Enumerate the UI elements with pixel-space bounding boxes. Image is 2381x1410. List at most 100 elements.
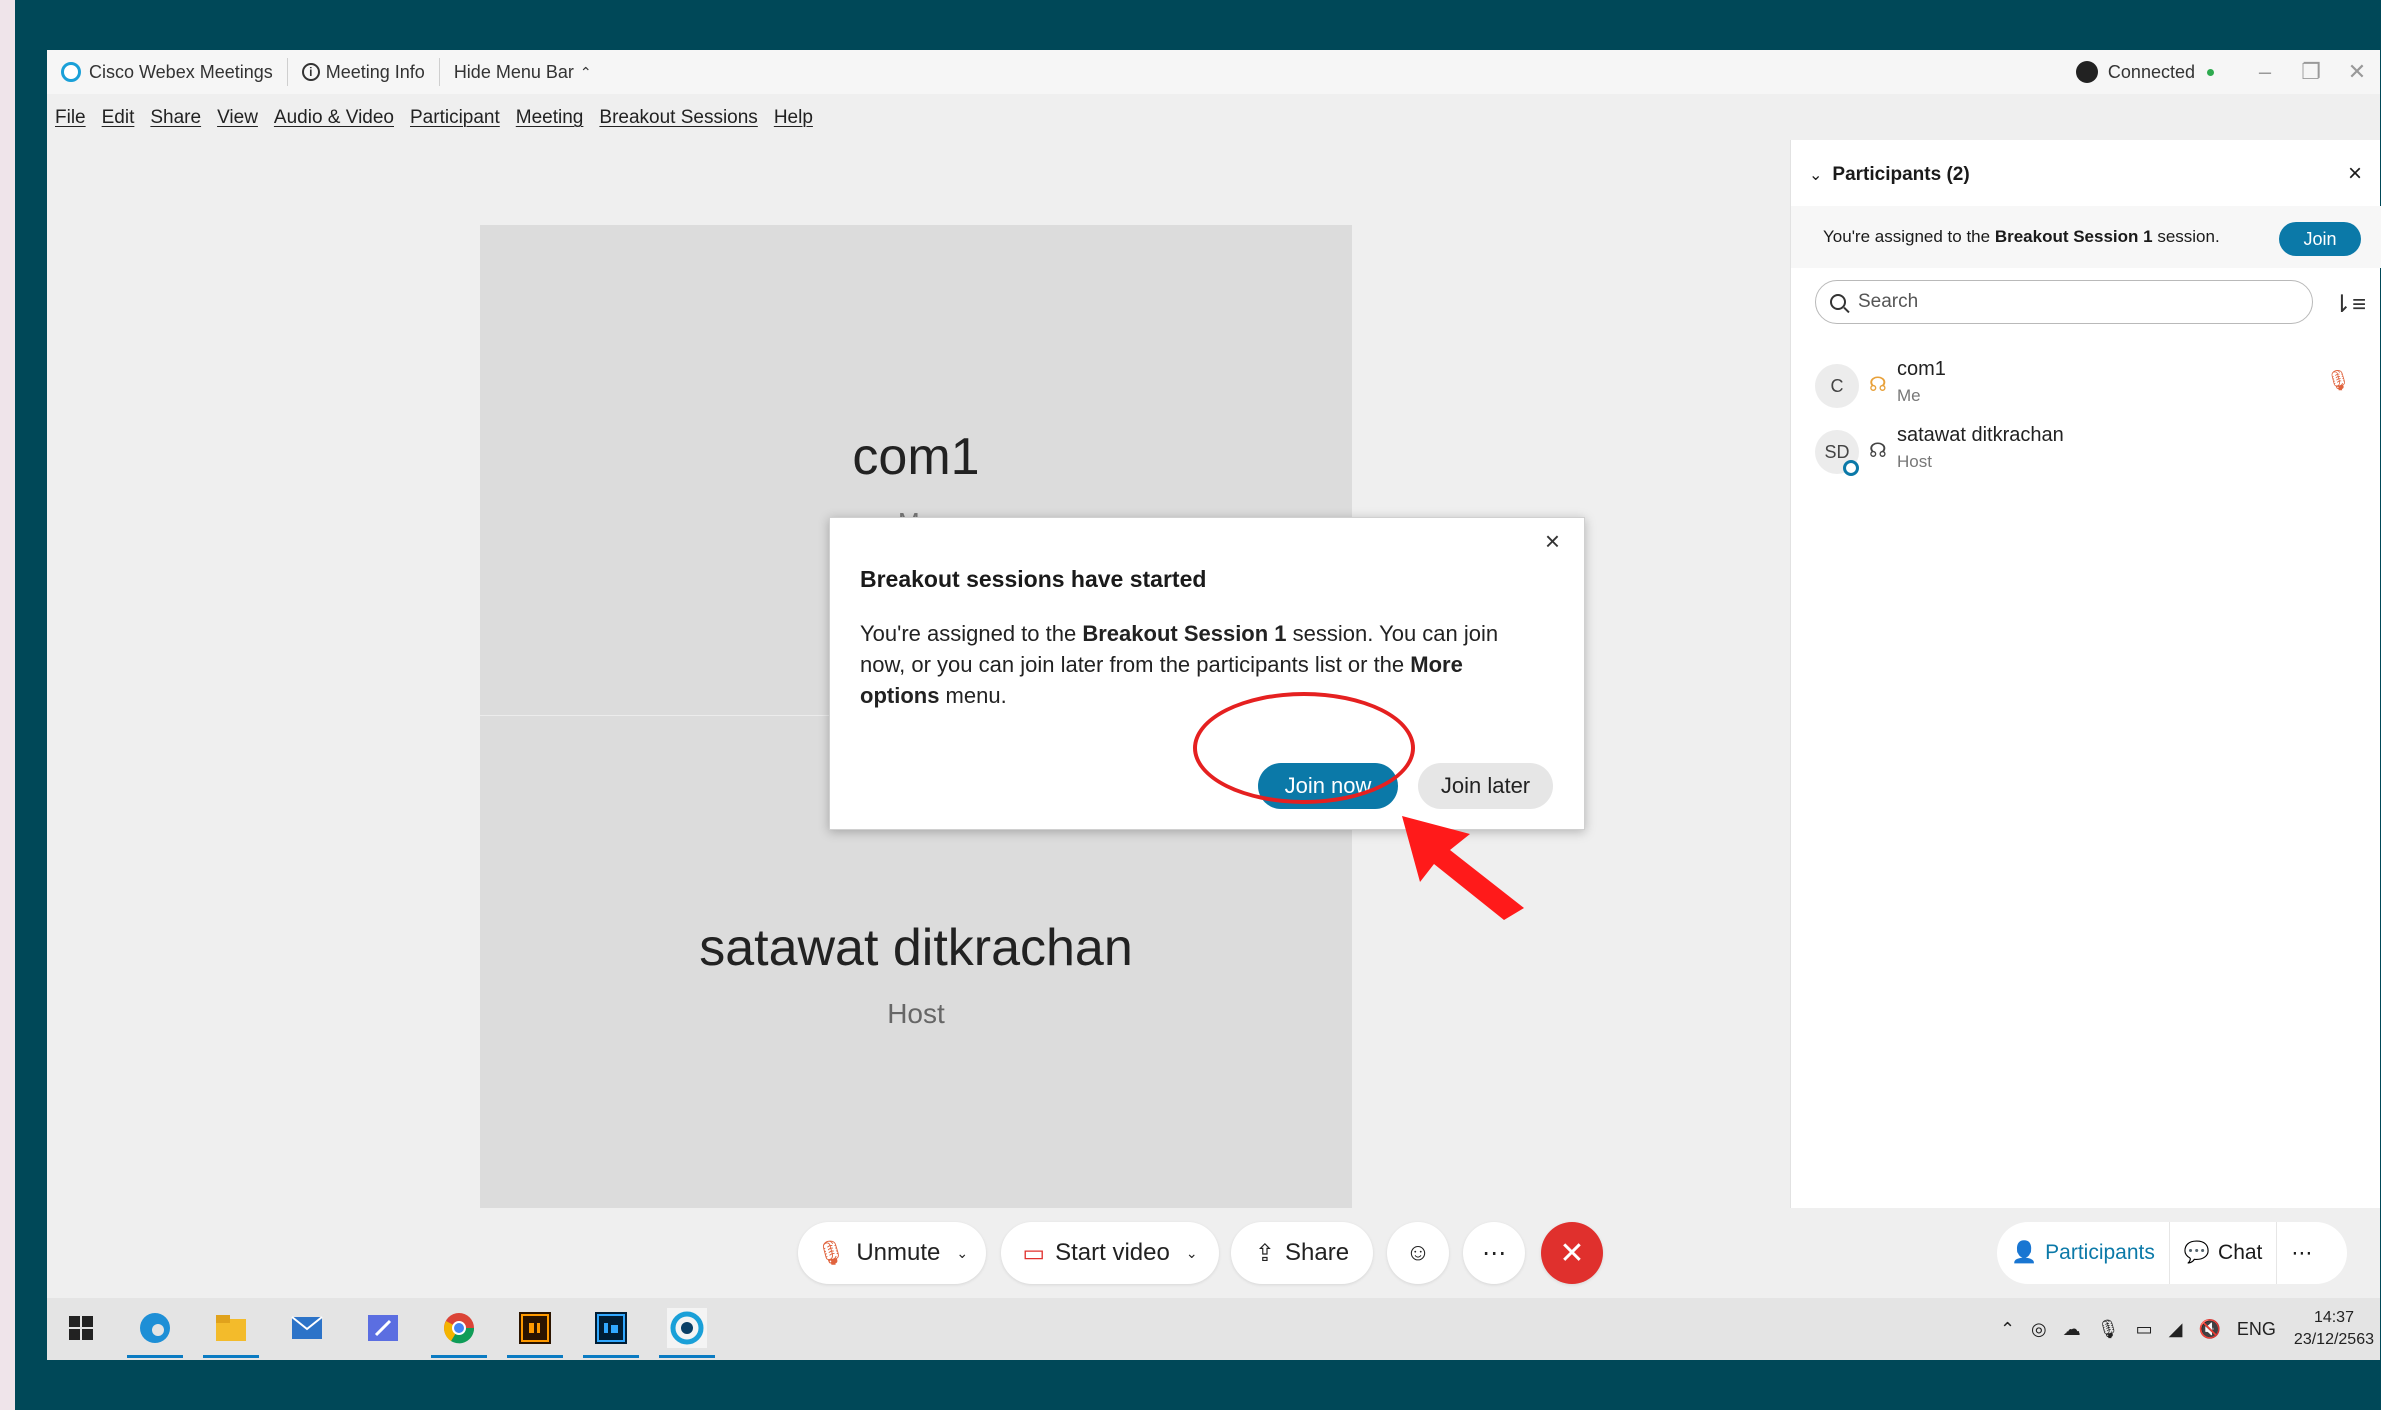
participant-name: satawat ditkrachan [1897, 424, 2064, 446]
wifi-icon[interactable]: ◢ [2169, 1319, 2183, 1340]
breakout-assignment-banner: You're assigned to the Breakout Session … [1791, 206, 2381, 268]
close-window-button[interactable]: ✕ [2334, 50, 2380, 94]
assign-text-1: You're assigned to the [1823, 227, 1995, 246]
speaker-muted-icon[interactable]: 🔇 [2198, 1319, 2220, 1340]
hide-menu-bar-button[interactable]: Hide Menu Bar ⌃ [438, 58, 606, 86]
taskbar-mail[interactable] [287, 1308, 327, 1348]
chevron-down-icon[interactable]: ⌄ [956, 1245, 968, 1262]
smiley-icon: ☺ [1405, 1239, 1431, 1266]
windows-taskbar: ⌃ ◎ ☁ 🎙 ▭ ◢ 🔇 ENG 14:37 23/12/2563 [47, 1298, 2380, 1360]
start-button[interactable] [61, 1308, 101, 1348]
taskbar-file-explorer[interactable] [203, 1308, 259, 1358]
taskbar-edge[interactable] [127, 1308, 183, 1358]
webex-icon [670, 1311, 704, 1345]
menu-edit[interactable]: Edit [94, 107, 143, 129]
annotation-highlight-ring [1193, 692, 1415, 804]
microphone-icon[interactable]: 🎙 [2097, 1319, 2120, 1340]
taskbar-webex[interactable] [659, 1308, 715, 1358]
menu-share[interactable]: Share [142, 107, 209, 129]
chevron-down-icon[interactable]: ⌄ [1186, 1245, 1198, 1262]
menu-file[interactable]: File [47, 107, 94, 129]
dialog-close-icon[interactable]: × [1545, 526, 1560, 557]
panel-header: ⌄ Participants (2) × [1809, 160, 2362, 190]
menu-breakout-sessions[interactable]: Breakout Sessions [591, 107, 765, 129]
panel-close-icon[interactable]: × [2348, 160, 2362, 188]
participant-role: Host [1897, 452, 1932, 471]
connection-status[interactable]: Connected [2075, 61, 2214, 83]
dialog-session-name: Breakout Session 1 [1082, 621, 1287, 646]
hide-menu-bar-label: Hide Menu Bar [453, 61, 574, 82]
onedrive-icon[interactable]: ☁ [2063, 1319, 2081, 1340]
webex-logo-icon [61, 62, 81, 82]
tile-host-role: Host [887, 998, 945, 1029]
language-indicator[interactable]: ENG [2237, 1319, 2276, 1340]
dialog-text-3: menu. [939, 683, 1007, 708]
more-icon: ⋯ [2291, 1241, 2313, 1265]
menu-help[interactable]: Help [766, 107, 821, 129]
participants-panel: ⌄ Participants (2) × You're assigned to … [1790, 140, 2381, 1208]
breakout-dialog: × Breakout sessions have started You're … [829, 517, 1585, 830]
annotation-arrow-icon [1402, 816, 1524, 920]
panel-join-button[interactable]: Join [2279, 222, 2361, 256]
close-icon: ✕ [1559, 1236, 1585, 1270]
minimize-button[interactable]: – [2242, 50, 2288, 94]
menu-bar: File Edit Share View Audio & Video Parti… [47, 100, 821, 136]
menu-view[interactable]: View [209, 107, 266, 129]
panel-more-button[interactable]: ⋯ [2276, 1222, 2326, 1284]
chat-icon: 💬 [2183, 1241, 2211, 1264]
clock[interactable]: 14:37 23/12/2563 [2294, 1307, 2374, 1351]
taskbar-illustrator[interactable] [507, 1308, 563, 1358]
tile-com1-name: com1 [852, 428, 980, 486]
meet-now-icon[interactable]: ◎ [2031, 1319, 2047, 1340]
assign-session-name: Breakout Session 1 [1994, 227, 2153, 246]
taskbar-app[interactable] [363, 1308, 403, 1348]
dialog-message: You're assigned to the Breakout Session … [860, 618, 1540, 711]
title-bar-right: Connected – ❐ ✕ [2075, 50, 2380, 94]
chevron-down-icon[interactable]: ⌄ [1809, 165, 1822, 185]
meeting-info-label: Meeting Info [325, 61, 425, 82]
battery-icon[interactable]: ▭ [2136, 1319, 2153, 1340]
share-button[interactable]: ⇪ Share [1231, 1222, 1373, 1284]
person-icon: 👤 [2011, 1241, 2038, 1264]
participants-tab-button[interactable]: 👤 Participants [1997, 1222, 2169, 1284]
menu-audio-video[interactable]: Audio & Video [266, 107, 402, 129]
restore-button[interactable]: ❐ [2288, 50, 2334, 94]
folder-icon [216, 1315, 246, 1341]
connection-label: Connected [2107, 61, 2195, 82]
leave-meeting-button[interactable]: ✕ [1541, 1222, 1603, 1284]
menu-participant[interactable]: Participant [402, 107, 508, 129]
connection-icon [2075, 61, 2098, 83]
menu-meeting[interactable]: Meeting [508, 107, 592, 129]
chevron-up-icon: ⌃ [579, 63, 592, 80]
app-title: Cisco Webex Meetings [47, 58, 287, 86]
chat-tab-label: Chat [2218, 1241, 2263, 1264]
join-later-button[interactable]: Join later [1418, 763, 1553, 809]
meeting-info-button[interactable]: i Meeting Info [286, 58, 439, 86]
more-options-button[interactable]: ⋯ [1463, 1222, 1525, 1284]
participant-row[interactable]: SD ☊ satawat ditkrachan Host [1815, 424, 2375, 484]
dialog-text-1: You're assigned to the [860, 621, 1083, 646]
windows-logo-icon [69, 1316, 93, 1340]
chevron-up-icon[interactable]: ⌃ [2000, 1319, 2015, 1340]
search-placeholder: Search [1858, 291, 1919, 312]
taskbar-photoshop[interactable] [583, 1308, 639, 1358]
chat-tab-button[interactable]: 💬 Chat [2168, 1222, 2277, 1284]
tile-host-name: satawat ditkrachan [699, 919, 1133, 977]
headset-icon: ☊ [1869, 440, 1887, 462]
avatar: C [1815, 364, 1859, 408]
taskbar-chrome[interactable] [431, 1308, 487, 1358]
start-video-label: Start video [1055, 1239, 1170, 1266]
share-icon: ⇪ [1254, 1239, 1276, 1267]
illustrator-icon [519, 1312, 551, 1344]
participant-search-input[interactable]: Search [1815, 280, 2313, 324]
start-video-button[interactable]: ▭ Start video ⌄ [1001, 1222, 1219, 1284]
participant-row[interactable]: C ☊ com1 Me 🎙 [1815, 358, 2375, 418]
search-icon [1830, 294, 1846, 310]
panel-title: Participants (2) [1832, 164, 1970, 185]
dialog-title: Breakout sessions have started [860, 566, 1207, 592]
reactions-button[interactable]: ☺ [1387, 1222, 1449, 1284]
sort-icon[interactable]: ⇂≡ [2332, 290, 2366, 319]
unmute-button[interactable]: 🎙 Unmute ⌄ [798, 1222, 986, 1284]
connected-dot-icon [2207, 68, 2214, 76]
clock-date: 23/12/2563 [2293, 1331, 2374, 1348]
